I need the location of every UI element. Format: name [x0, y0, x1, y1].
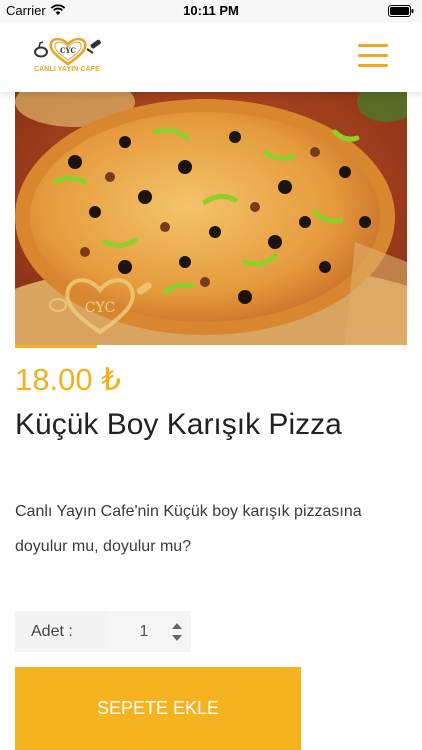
product-price: 18.00 ₺ [15, 362, 121, 397]
product-title: Küçük Boy Karışık Pizza [15, 408, 342, 441]
product-image: CYC [15, 92, 407, 345]
quantity-stepper: Adet : [15, 611, 191, 652]
watermark-text: CYC [85, 300, 115, 316]
image-indicator [15, 345, 97, 348]
battery-icon [388, 5, 414, 17]
logo-text: CANLI YAYIN CAFE [34, 66, 100, 73]
hamburger-menu-icon[interactable] [358, 44, 388, 68]
status-bar: Carrier 10:11 PM [0, 0, 422, 22]
product-description: Canlı Yayın Cafe'nin Küçük boy karışık p… [15, 503, 362, 555]
stepper-arrows-icon[interactable] [171, 621, 183, 643]
pizza-image: CYC [15, 92, 407, 345]
quantity-label: Adet : [31, 623, 73, 640]
status-time: 10:11 PM [183, 3, 239, 18]
add-to-cart-button[interactable]: SEPETE EKLE [15, 667, 301, 750]
logo-monogram: CYC [60, 46, 76, 55]
app-header: CYC CANLI YAYIN CAFE [0, 22, 422, 92]
